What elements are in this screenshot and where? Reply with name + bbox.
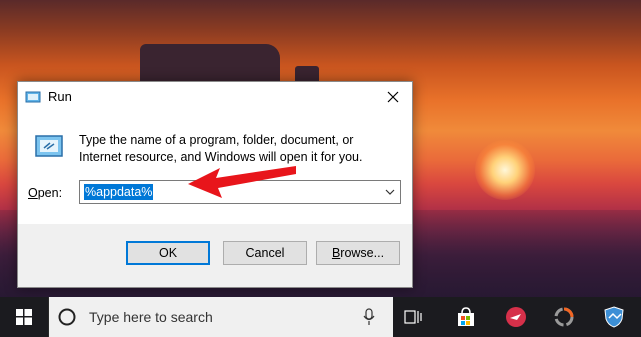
red-arrow-annotation bbox=[188, 166, 296, 198]
microphone-icon[interactable] bbox=[362, 308, 376, 326]
open-input[interactable]: %appdata% bbox=[84, 184, 154, 200]
close-icon bbox=[387, 91, 399, 103]
chevron-down-icon bbox=[385, 189, 395, 195]
wallpaper-sun bbox=[475, 140, 535, 200]
dropdown-button[interactable] bbox=[380, 181, 400, 203]
app-button-red[interactable] bbox=[498, 297, 534, 337]
dialog-description: Type the name of a program, folder, docu… bbox=[79, 133, 363, 164]
search-placeholder: Type here to search bbox=[89, 309, 213, 325]
app-icon-red bbox=[506, 307, 526, 327]
task-view-icon bbox=[404, 310, 422, 324]
cortana-icon bbox=[58, 308, 76, 326]
windows-start-icon bbox=[16, 309, 32, 325]
ok-button[interactable]: OK bbox=[126, 241, 210, 265]
taskbar: Type here to search bbox=[0, 297, 641, 337]
run-app-icon bbox=[25, 91, 41, 103]
title-bar[interactable]: Run bbox=[18, 82, 412, 112]
dialog-footer: OK Cancel Browse... bbox=[18, 224, 412, 287]
dialog-title: Run bbox=[48, 89, 72, 104]
task-view-button[interactable] bbox=[398, 297, 428, 337]
browse-label-text: rowse... bbox=[340, 246, 385, 260]
defender-shield-icon bbox=[604, 306, 624, 328]
start-button[interactable] bbox=[0, 297, 48, 337]
browse-label-accel: B bbox=[331, 246, 341, 260]
browse-button[interactable]: Browse... bbox=[316, 241, 400, 265]
cancel-button[interactable]: Cancel bbox=[223, 241, 307, 265]
store-icon bbox=[458, 307, 474, 326]
defender-button[interactable] bbox=[596, 297, 632, 337]
app-icon-ring bbox=[554, 307, 574, 327]
close-button[interactable] bbox=[374, 82, 412, 112]
open-label-accel: O bbox=[28, 186, 38, 200]
run-program-icon bbox=[35, 135, 63, 157]
open-label-text: pen: bbox=[37, 186, 63, 200]
app-button-ring[interactable] bbox=[546, 297, 582, 337]
open-label: Open: bbox=[28, 186, 62, 200]
taskbar-search-box[interactable]: Type here to search bbox=[48, 297, 393, 337]
store-button[interactable] bbox=[448, 297, 484, 337]
